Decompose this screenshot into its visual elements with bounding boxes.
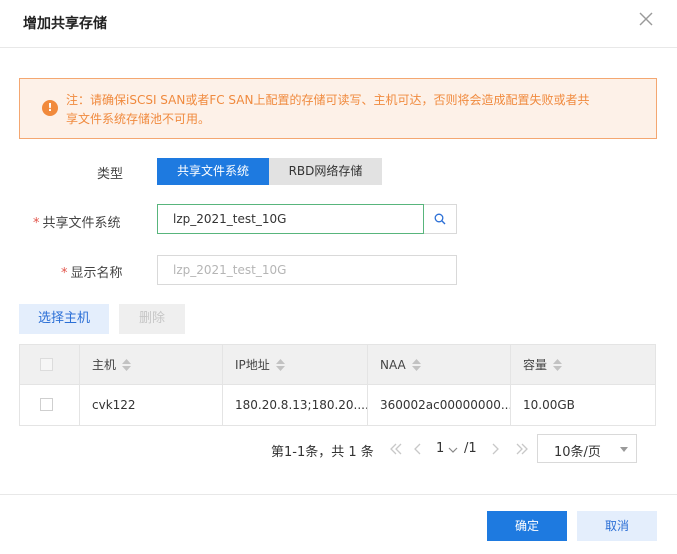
- page-number-select[interactable]: 1: [436, 441, 444, 456]
- column-header-ip[interactable]: IP地址: [223, 345, 368, 385]
- warning-text-line-2: 享文件系统存储池不可用。: [66, 112, 211, 126]
- fs-input[interactable]: lzp_2021_test_10G: [157, 204, 424, 234]
- type-segmented-control: 共享文件系统 RBD网络存储: [157, 158, 382, 185]
- sort-icon[interactable]: [275, 358, 285, 371]
- pagination: 第1-1条，共 1 条 1 /1 10条/页: [0, 434, 677, 464]
- type-option-rbd[interactable]: RBD网络存储: [269, 158, 382, 185]
- cell-capacity: 10.00GB: [523, 398, 575, 412]
- sort-icon[interactable]: [411, 358, 421, 371]
- pagination-summary: 第1-1条，共 1 条: [271, 445, 374, 460]
- table-row[interactable]: cvk122 180.20.8.13;180.20.... 360002ac00…: [20, 385, 655, 425]
- table-header-row: 主机 IP地址 NAA 容量: [20, 345, 655, 385]
- warning-notice: ! 注：请确保iSCSI SAN或者FC SAN上配置的存储可读写、主机可达，否…: [19, 78, 657, 139]
- last-page-icon[interactable]: [515, 443, 529, 455]
- row-checkbox-cell: [20, 385, 80, 425]
- required-mark: *: [61, 266, 68, 281]
- footer-divider: [0, 494, 677, 495]
- next-page-icon[interactable]: [491, 443, 500, 455]
- warning-text: 注：请确保iSCSI SAN或者FC SAN上配置的存储可读写、主机可达，否则将…: [66, 91, 626, 129]
- display-name-label-text: 显示名称: [70, 266, 123, 281]
- fs-search-button[interactable]: [424, 204, 457, 234]
- dialog-title: 增加共享存储: [23, 16, 107, 32]
- column-header-host[interactable]: 主机: [80, 345, 223, 385]
- fs-label: * 共享文件系统: [33, 212, 121, 231]
- page-size-value: 10条/页: [554, 445, 601, 460]
- required-mark: *: [33, 216, 40, 231]
- delete-button: 删除: [119, 304, 185, 334]
- column-header-ip-label: IP地址: [235, 358, 270, 372]
- header-divider: [0, 47, 677, 48]
- cell-ip: 180.20.8.13;180.20....: [223, 385, 368, 425]
- type-label: 类型: [97, 167, 124, 182]
- first-page-icon[interactable]: [389, 443, 403, 455]
- cell-naa: 360002ac00000000...: [368, 385, 511, 425]
- cancel-button[interactable]: 取消: [577, 511, 657, 541]
- column-header-naa[interactable]: NAA: [368, 345, 511, 385]
- warning-text-line-1: 注：请确保iSCSI SAN或者FC SAN上配置的存储可读写、主机可达，否则将…: [66, 93, 590, 107]
- close-icon[interactable]: [639, 12, 653, 26]
- type-option-shared-fs[interactable]: 共享文件系统: [157, 158, 269, 185]
- column-header-host-label: 主机: [92, 358, 117, 372]
- current-page: 1: [436, 441, 445, 456]
- sort-icon[interactable]: [553, 358, 563, 371]
- total-pages: /1: [464, 441, 477, 456]
- display-name-input[interactable]: lzp_2021_test_10G: [157, 255, 457, 285]
- exclamation-icon: !: [42, 100, 58, 116]
- display-name-label: * 显示名称: [61, 262, 123, 281]
- select-all-cell: [20, 345, 80, 385]
- page-size-select[interactable]: 10条/页: [537, 434, 637, 463]
- search-icon: [434, 213, 446, 225]
- cell-host: cvk122: [80, 385, 223, 425]
- chevron-down-icon[interactable]: [448, 447, 458, 453]
- fs-label-text: 共享文件系统: [42, 216, 121, 231]
- add-shared-storage-dialog: 增加共享存储 ! 注：请确保iSCSI SAN或者FC SAN上配置的存储可读写…: [0, 0, 677, 554]
- sort-icon[interactable]: [122, 358, 132, 371]
- select-host-button[interactable]: 选择主机: [19, 304, 109, 334]
- caret-down-icon: [620, 447, 628, 452]
- column-header-naa-label: NAA: [380, 358, 406, 372]
- confirm-button[interactable]: 确定: [487, 511, 567, 541]
- select-all-checkbox[interactable]: [40, 358, 53, 371]
- row-checkbox[interactable]: [40, 398, 53, 411]
- prev-page-icon[interactable]: [413, 443, 422, 455]
- host-table: 主机 IP地址 NAA 容量 cvk122 180.20.8.13;180.20…: [19, 344, 656, 426]
- column-header-capacity-label: 容量: [523, 358, 548, 372]
- column-header-capacity[interactable]: 容量: [511, 345, 655, 385]
